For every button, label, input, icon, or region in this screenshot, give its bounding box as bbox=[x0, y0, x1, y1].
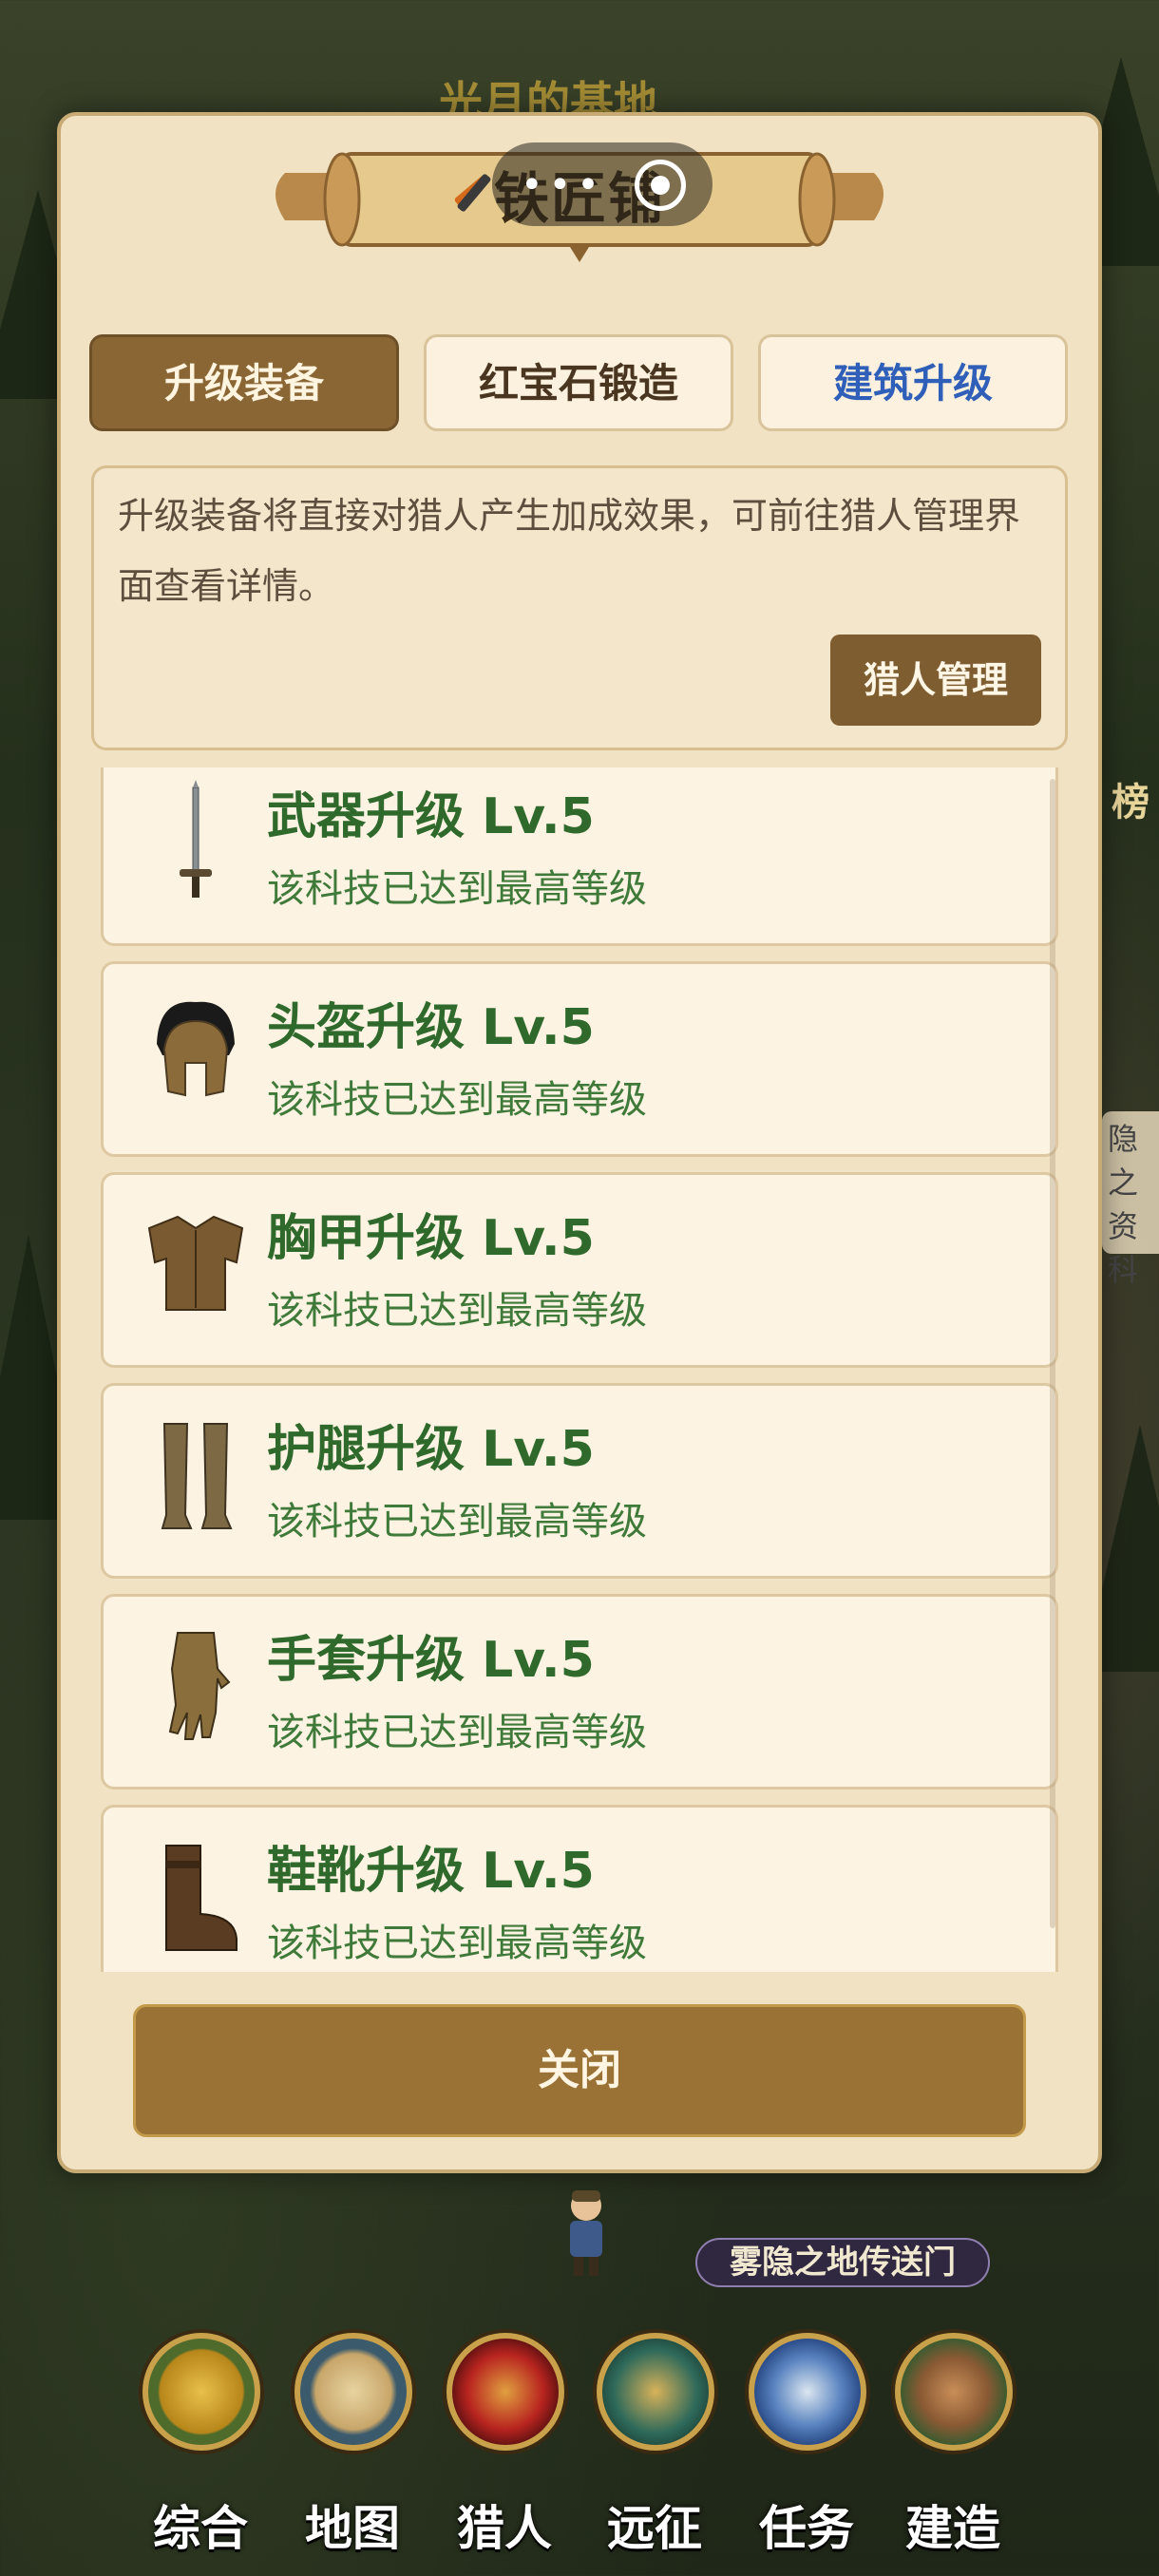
hunter-management-button[interactable]: 猎人管理 bbox=[830, 635, 1041, 726]
list-item-boots[interactable]: 鞋靴升级 Lv.5 该科技已达到最高等级 bbox=[101, 1805, 1058, 1972]
item-title: 手套升级 Lv.5 bbox=[267, 1632, 595, 1689]
tab-building-upgrade[interactable]: 建筑升级 bbox=[758, 334, 1068, 431]
close-capsule-icon[interactable] bbox=[635, 160, 686, 211]
greaves-icon bbox=[161, 1423, 233, 1529]
list-item-chestplate[interactable]: 胸甲升级 Lv.5 该科技已达到最高等级 bbox=[101, 1172, 1058, 1368]
item-description: 该科技已达到最高等级 bbox=[267, 1922, 647, 1965]
nav-item-hunter[interactable]: 猎人 bbox=[433, 2333, 576, 2561]
chestplate-icon bbox=[147, 1215, 244, 1311]
gauntlet-icon bbox=[168, 1632, 231, 1740]
nav-label: 地图 bbox=[305, 2501, 400, 2556]
nav-item-general[interactable]: 综合 bbox=[129, 2333, 272, 2561]
item-description: 该科技已达到最高等级 bbox=[267, 1289, 647, 1333]
nav-item-map[interactable]: 地图 bbox=[281, 2333, 424, 2561]
map-icon bbox=[294, 2333, 412, 2451]
more-menu-icon[interactable]: ••• bbox=[521, 163, 605, 207]
item-description: 该科技已达到最高等级 bbox=[267, 1078, 647, 1122]
portal-label[interactable]: 雾隐之地传送门 bbox=[695, 2238, 990, 2287]
nav-label: 猎人 bbox=[457, 2501, 552, 2556]
helmet-icon bbox=[157, 1001, 235, 1097]
list-scrollbar[interactable] bbox=[1050, 779, 1055, 1928]
list-item-weapon[interactable]: 武器升级 Lv.5 该科技已达到最高等级 bbox=[101, 767, 1058, 946]
side-text-line: 隐之 bbox=[1108, 1121, 1139, 1201]
tab-upgrade-equipment[interactable]: 升级装备 bbox=[89, 334, 399, 431]
item-title: 鞋靴升级 Lv.5 bbox=[267, 1843, 595, 1900]
item-title: 胸甲升级 Lv.5 bbox=[267, 1210, 595, 1267]
castle-icon bbox=[895, 2333, 1013, 2451]
item-title: 头盔升级 Lv.5 bbox=[267, 999, 595, 1056]
item-description: 该科技已达到最高等级 bbox=[267, 1500, 647, 1544]
list-item-helmet[interactable]: 头盔升级 Lv.5 该科技已达到最高等级 bbox=[101, 961, 1058, 1157]
nav-label: 远征 bbox=[607, 2501, 702, 2556]
coin-icon bbox=[142, 2333, 260, 2451]
sword-icon bbox=[180, 780, 212, 898]
nav-label: 综合 bbox=[153, 2501, 248, 2556]
nav-item-tasks[interactable]: 任务 bbox=[735, 2333, 878, 2561]
nav-item-build[interactable]: 建造 bbox=[882, 2333, 1024, 2561]
character-sprite bbox=[553, 2185, 619, 2280]
nav-item-expedition[interactable]: 远征 bbox=[583, 2333, 726, 2561]
item-description: 该科技已达到最高等级 bbox=[267, 1711, 647, 1754]
item-title: 护腿升级 Lv.5 bbox=[267, 1421, 595, 1478]
nav-label: 任务 bbox=[759, 2501, 854, 2556]
compass-icon bbox=[597, 2333, 714, 2451]
item-title: 武器升级 Lv.5 bbox=[267, 788, 595, 845]
side-text-line: 资科 bbox=[1108, 1208, 1139, 1288]
side-panel-text: 隐之 资科 bbox=[1102, 1111, 1159, 1288]
list-item-gauntlet[interactable]: 手套升级 Lv.5 该科技已达到最高等级 bbox=[101, 1594, 1058, 1790]
side-rank-label: 榜 bbox=[1112, 781, 1150, 824]
upgrade-list[interactable]: 武器升级 Lv.5 该科技已达到最高等级 头盔升级 Lv.5 该科技已达到最高等… bbox=[99, 767, 1060, 1972]
nav-label: 建造 bbox=[905, 2501, 1000, 2556]
info-text: 升级装备将直接对猎人产生加成效果，可前往猎人管理界面查看详情。 bbox=[118, 495, 1021, 607]
boot-icon bbox=[165, 1845, 238, 1951]
item-description: 该科技已达到最高等级 bbox=[267, 867, 647, 911]
scroll-icon bbox=[749, 2333, 866, 2451]
tab-ruby-forge[interactable]: 红宝石锻造 bbox=[424, 334, 733, 431]
list-item-greaves[interactable]: 护腿升级 Lv.5 该科技已达到最高等级 bbox=[101, 1383, 1058, 1579]
bow-icon bbox=[446, 2333, 564, 2451]
close-button[interactable]: 关闭 bbox=[133, 2004, 1026, 2137]
